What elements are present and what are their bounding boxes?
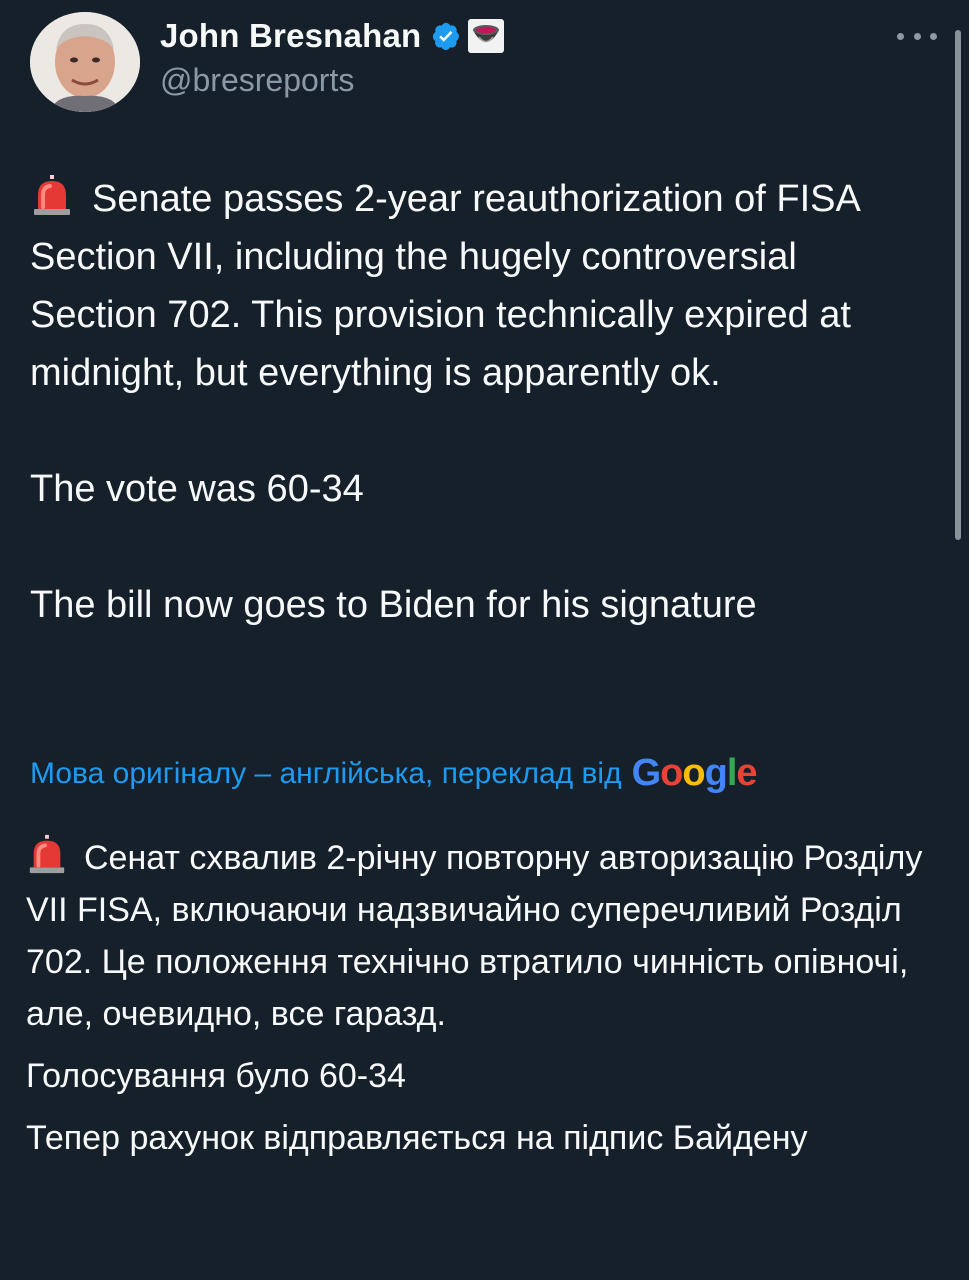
tweet-paragraph-1: Senate passes 2-year reauthorization of …	[30, 170, 930, 402]
more-dot-icon	[897, 32, 904, 40]
tweet-header: John Bresnahan @bresreports	[0, 0, 969, 130]
name-row: John Bresnahan	[160, 14, 505, 58]
tweet-paragraph-3: The bill now goes to Biden for his signa…	[30, 584, 757, 626]
google-logo: Google	[631, 752, 758, 794]
tweet-paragraph-1-text: Senate passes 2-year reauthorization of …	[30, 178, 859, 394]
translated-paragraph-1: Сенат схвалив 2-річну повторну авторизац…	[26, 832, 936, 1040]
author-display-name[interactable]: John Bresnahan	[160, 17, 421, 55]
translated-paragraph-2: Голосування було 60-34	[26, 1057, 406, 1095]
verified-badge-icon[interactable]	[431, 21, 461, 51]
translated-paragraph-3: Тепер рахунок відправляється на підпис Б…	[26, 1119, 808, 1157]
tweet-text: Senate passes 2-year reauthorization of …	[30, 170, 930, 634]
translation-notice[interactable]: Мова оригіналу – англійська, переклад ві…	[30, 752, 758, 795]
author-handle[interactable]: @bresreports	[160, 62, 354, 99]
translated-paragraph-1-text: Сенат схвалив 2-річну повторну авторизац…	[26, 839, 923, 1033]
affiliation-badge-icon[interactable]	[467, 18, 505, 54]
translated-text: Сенат схвалив 2-річну повторну авторизац…	[26, 832, 936, 1164]
translation-notice-text[interactable]: Мова оригіналу – англійська, переклад ві…	[30, 757, 622, 791]
more-options-button[interactable]	[897, 26, 937, 46]
avatar[interactable]	[30, 12, 140, 112]
rotating-light-icon	[34, 175, 70, 215]
more-dot-icon	[913, 32, 921, 40]
tweet-paragraph-2: The vote was 60-34	[30, 468, 364, 510]
more-dot-icon	[930, 32, 937, 40]
scrollbar[interactable]	[955, 30, 961, 540]
rotating-light-icon	[29, 834, 65, 874]
